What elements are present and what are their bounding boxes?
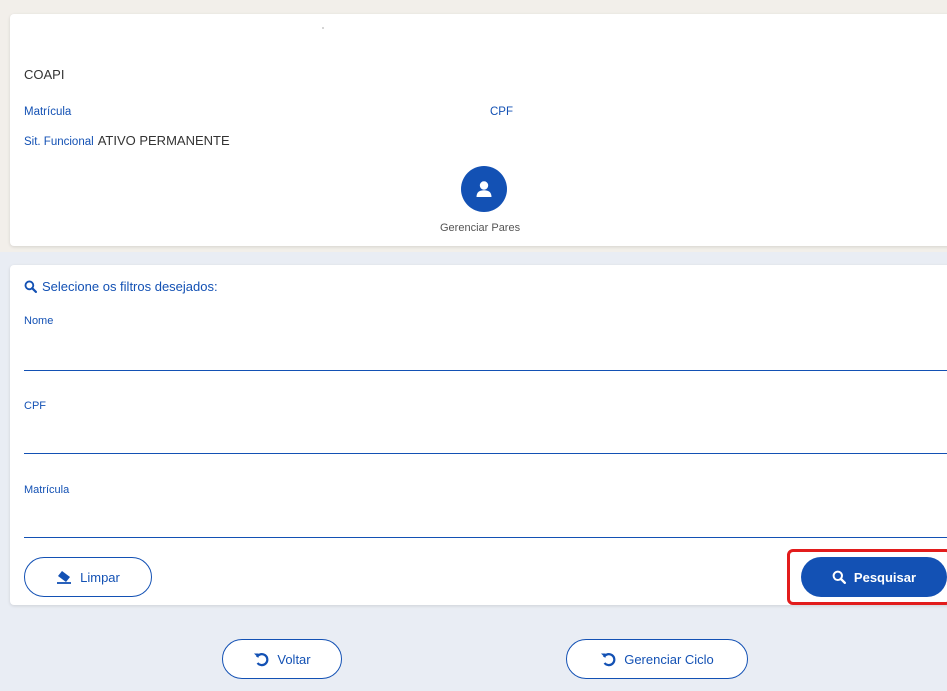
pesquisar-label: Pesquisar [853, 569, 917, 585]
matricula-filter-label: Matrícula [24, 484, 70, 496]
voltar-label: Voltar [277, 651, 311, 667]
undo-icon [601, 653, 616, 667]
cpf-input[interactable] [24, 428, 947, 454]
user-icon [476, 181, 492, 197]
search-icon [24, 280, 37, 293]
matricula-label: Matrícula [24, 106, 72, 118]
gerenciar-ciclo-button[interactable]: Gerenciar Ciclo [566, 639, 748, 679]
eraser-icon [57, 571, 72, 584]
filters-title: Selecione os filtros desejados: [24, 279, 218, 294]
sit-funcional-value: ATIVO PERMANENTE [97, 133, 230, 148]
cpf-filter-label: CPF [24, 400, 46, 412]
pesquisar-button[interactable]: Pesquisar [801, 557, 947, 597]
sit-funcional: Sit. Funcional ATIVO PERMANENTE [24, 133, 230, 148]
search-icon [832, 570, 846, 584]
gerenciar-pares-label: Gerenciar Pares [440, 222, 521, 234]
undo-icon [254, 653, 269, 667]
limpar-label: Limpar [80, 569, 120, 585]
gerenciar-ciclo-label: Gerenciar Ciclo [624, 651, 714, 667]
nome-input[interactable] [24, 345, 947, 371]
separator-dot [322, 27, 324, 29]
nome-label: Nome [24, 315, 54, 327]
voltar-button[interactable]: Voltar [222, 639, 342, 679]
filters-title-text: Selecione os filtros desejados: [42, 279, 218, 294]
sit-funcional-label: Sit. Funcional [24, 136, 94, 148]
limpar-button[interactable]: Limpar [24, 557, 152, 597]
cpf-label: CPF [490, 106, 513, 118]
matricula-input[interactable] [24, 512, 947, 538]
gerenciar-pares-button[interactable] [461, 166, 507, 212]
unit-name: COAPI [24, 67, 65, 82]
